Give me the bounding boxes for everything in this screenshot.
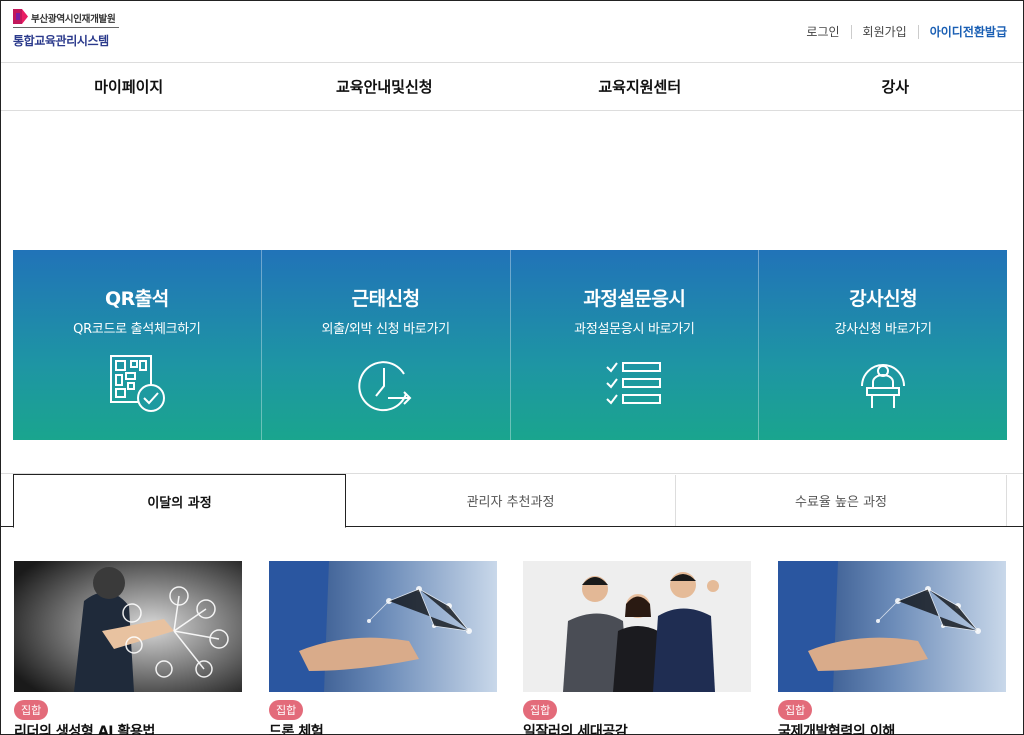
course-card[interactable]: 집합 드론 체험 [269, 561, 497, 735]
site-logo[interactable]: 부산광역시인재개발원 통합교육관리시스템 [13, 8, 123, 50]
course-title: 리더의 생성형 AI 활용법 [14, 724, 155, 735]
tile-title: 강사신청 [849, 288, 918, 310]
tile-qr-attendance[interactable]: QR출석 QR코드로 출석체크하기 [13, 250, 262, 440]
course-thumbnail [523, 561, 751, 692]
tile-attendance-request[interactable]: 근태신청 외출/외박 신청 바로가기 [262, 250, 511, 440]
utility-links: 로그인 회원가입 아이디전환발급 [806, 23, 1007, 40]
signup-link[interactable]: 회원가입 [863, 23, 907, 40]
lecturer-icon [861, 364, 906, 408]
course-card[interactable]: 집합 국제개발협력의 이해 [778, 561, 1006, 735]
course-type-badge: 집합 [523, 700, 558, 720]
course-type-badge: 집합 [14, 700, 49, 720]
nav-item-support-center[interactable]: 교육지원센터 [512, 63, 768, 110]
site-header: 부산광역시인재개발원 통합교육관리시스템 로그인 회원가입 아이디전환발급 [1, 1, 1023, 63]
tile-subtitle: 과정설문응시 바로가기 [574, 322, 695, 337]
nav-item-mypage[interactable]: 마이페이지 [1, 63, 257, 110]
tile-title: 과정설문응시 [583, 288, 686, 310]
login-link[interactable]: 로그인 [806, 23, 839, 40]
tile-title: QR출석 [105, 288, 169, 310]
main-navigation: 마이페이지 교육안내및신청 교육지원센터 강사 [1, 63, 1023, 111]
tile-lecturer-request[interactable]: 강사신청 강사신청 바로가기 [759, 250, 1007, 440]
tile-subtitle: QR코드로 출석체크하기 [73, 322, 201, 337]
tile-subtitle: 외출/외박 신청 바로가기 [321, 322, 450, 337]
checklist-icon [606, 362, 662, 405]
course-card[interactable]: 집합 일잘러의 세대공감 [523, 561, 751, 735]
nav-item-lecturer[interactable]: 강사 [768, 63, 1024, 110]
logo-divider [13, 27, 119, 28]
course-title: 드론 체험 [269, 724, 324, 735]
qr-check-icon [109, 355, 165, 412]
course-type-badge: 집합 [269, 700, 304, 720]
quick-menu-tiles: QR출석 QR코드로 출석체크하기 근태신청 외출/외박 신청 바로가기 과정설… [13, 250, 1007, 440]
tab-monthly-courses[interactable]: 이달의 과정 [13, 474, 346, 528]
tile-subtitle: 강사신청 바로가기 [834, 322, 932, 337]
tab-high-completion-courses[interactable]: 수료율 높은 과정 [676, 475, 1007, 526]
clock-arrow-icon [357, 361, 412, 412]
logo-system-name: 통합교육관리시스템 [13, 34, 109, 48]
nav-item-education-info[interactable]: 교육안내및신청 [257, 63, 513, 110]
id-conversion-link[interactable]: 아이디전환발급 [930, 23, 1007, 40]
logo-mark-icon [13, 9, 28, 24]
course-thumbnail [269, 561, 497, 692]
course-title: 일잘러의 세대공감 [523, 724, 628, 735]
tile-course-survey[interactable]: 과정설문응시 과정설문응시 바로가기 [511, 250, 760, 440]
tab-recommended-courses[interactable]: 관리자 추천과정 [346, 475, 676, 526]
course-thumbnail [778, 561, 1006, 692]
course-title: 국제개발협력의 이해 [778, 724, 895, 735]
divider [917, 24, 919, 39]
course-thumbnail [14, 561, 242, 692]
tile-title: 근태신청 [351, 288, 420, 310]
course-card[interactable]: 집합 리더의 생성형 AI 활용법 [14, 561, 242, 735]
divider [850, 24, 852, 39]
logo-org-name: 부산광역시인재개발원 [31, 14, 116, 25]
course-type-badge: 집합 [778, 700, 813, 720]
